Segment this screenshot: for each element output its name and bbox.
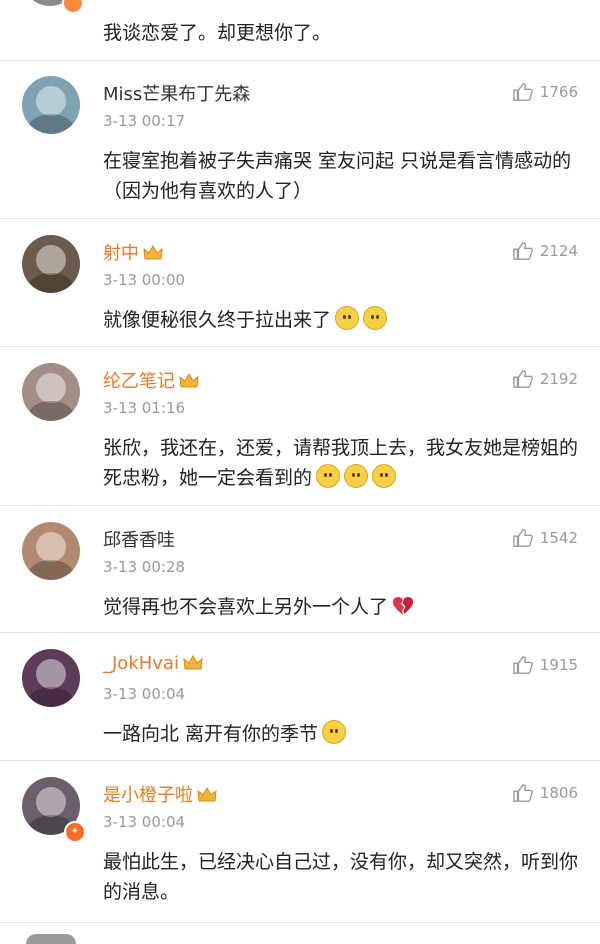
like-count: 2192 [539, 370, 578, 388]
relieved-emoji-icon [322, 720, 347, 744]
comment-text: 最怕此生，已经决心自己过，没有你，却又突然，听到你的消息。 [103, 851, 579, 903]
username-text: 射中 [103, 243, 139, 264]
like-button[interactable]: 1915 [512, 655, 578, 675]
crown-vip-icon [183, 655, 203, 670]
username-text: 是小橙子啦 [103, 785, 193, 806]
verified-badge-icon [62, 0, 84, 14]
username[interactable]: 纶乙笔记 [103, 367, 199, 393]
comment-text: 觉得再也不会喜欢上另外一个人了 [103, 592, 583, 622]
avatar[interactable] [22, 363, 80, 421]
like-count: 1542 [539, 529, 578, 547]
avatar[interactable] [22, 76, 80, 134]
comment-item: 射中 3-13 00:00 2124 就像便秘很久终于拉出来了 [0, 219, 600, 347]
timestamp: 3-13 00:17 [103, 112, 186, 130]
verified-badge-icon: ✦ [64, 821, 86, 843]
username[interactable]: 邱香香哇 [103, 526, 175, 552]
sad-emoji-icon [372, 464, 397, 488]
comment-text: 张欣，我还在，还爱，请帮我顶上去，我女友她是榜姐的死忠粉，她一定会看到的 [103, 433, 583, 493]
timestamp: 3-13 00:00 [103, 271, 186, 289]
username[interactable]: 射中 [103, 239, 163, 265]
like-count: 1806 [539, 784, 578, 802]
username[interactable]: _JokHvai [103, 653, 203, 674]
sad-emoji-icon [344, 464, 369, 488]
comment-item: Miss芒果布丁先森 3-13 00:17 1766 在寝室抱着被子失声痛哭 室… [0, 60, 600, 219]
crown-vip-icon [143, 245, 163, 260]
thumbs-up-icon [513, 242, 533, 260]
avatar[interactable] [22, 235, 80, 293]
broken-heart-icon [393, 597, 414, 615]
timestamp: 3-13 00:04 [103, 685, 186, 703]
avatar[interactable] [22, 649, 80, 707]
timestamp: 3-13 01:16 [103, 399, 186, 417]
like-button[interactable]: 1542 [512, 528, 578, 548]
username[interactable]: 是小橙子啦 [103, 781, 217, 807]
like-count: 1915 [539, 656, 578, 674]
comment-text: 一路向北 离开有你的季节 [103, 719, 583, 749]
like-count: 1766 [539, 83, 578, 101]
thumbs-up-icon [513, 83, 533, 101]
smile-emoji-icon [363, 306, 388, 330]
username-text: _JokHvai [103, 653, 179, 674]
comment-item: 邱香香哇 3-13 00:28 1542 觉得再也不会喜欢上另外一个人了 [0, 506, 600, 633]
timestamp: 3-13 00:28 [103, 558, 186, 576]
comment-text: 我谈恋爱了。却更想你了。 [103, 22, 332, 44]
like-count: 2124 [539, 242, 578, 260]
comment-item: _JokHvai 3-13 00:04 1915 一路向北 离开有你的季节 [0, 633, 600, 761]
like-button[interactable]: 1766 [512, 82, 578, 102]
like-button[interactable]: 1806 [512, 783, 578, 803]
avatar[interactable] [22, 522, 80, 580]
crown-vip-icon [179, 373, 199, 388]
comment-partial-bottom [0, 924, 600, 944]
comment-text-content: 一路向北 离开有你的季节 [103, 723, 319, 745]
smile-emoji-icon [335, 306, 360, 330]
comment-text: 就像便秘很久终于拉出来了 [103, 305, 583, 335]
thumbs-up-icon [513, 370, 533, 388]
comment-text: 在寝室抱着被子失声痛哭 室友问起 只说是看言情感动的（因为他有喜欢的人了） [103, 150, 572, 202]
comment-item: ✦ 是小橙子啦 3-13 00:04 1806 最怕此生，已经决心自己过，没有你… [0, 761, 600, 923]
thumbs-up-icon [513, 784, 533, 802]
username-text: 纶乙笔记 [103, 371, 175, 392]
thumbs-up-icon [513, 656, 533, 674]
crown-vip-icon [197, 787, 217, 802]
like-button[interactable]: 2192 [512, 369, 578, 389]
thumbs-up-icon [513, 529, 533, 547]
comment-text-content: 觉得再也不会喜欢上另外一个人了 [103, 596, 389, 618]
comment-text-content: 就像便秘很久终于拉出来了 [103, 309, 332, 331]
like-button[interactable]: 2124 [512, 241, 578, 261]
comment-partial-top: 我谈恋爱了。却更想你了。 [0, 0, 600, 61]
avatar[interactable] [26, 934, 76, 944]
sad-emoji-icon [316, 464, 341, 488]
username[interactable]: Miss芒果布丁先森 [103, 80, 250, 106]
timestamp: 3-13 00:04 [103, 813, 186, 831]
comment-text-content: 张欣，我还在，还爱，请帮我顶上去，我女友她是榜姐的死忠粉，她一定会看到的 [103, 437, 579, 489]
comment-item: 纶乙笔记 3-13 01:16 2192 张欣，我还在，还爱，请帮我顶上去，我女… [0, 347, 600, 506]
